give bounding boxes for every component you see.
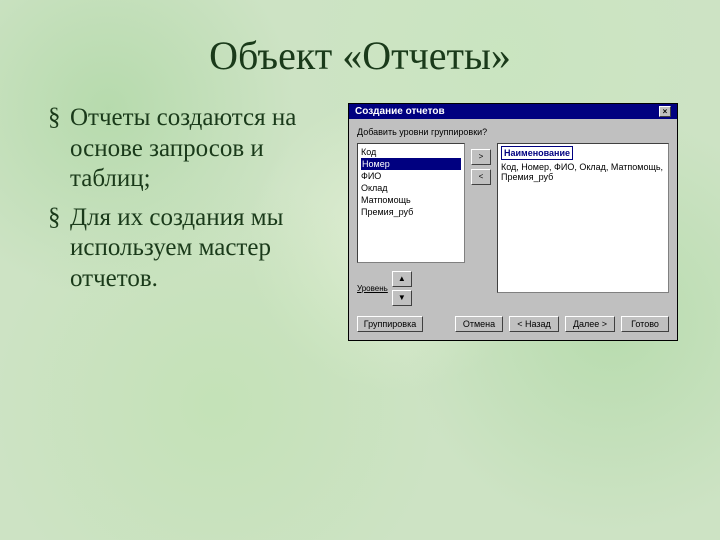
bullet-mark: § <box>48 203 70 295</box>
bullet-text: Для их создания мы используем мастер отч… <box>70 203 328 295</box>
dialog-titlebar[interactable]: Создание отчетов × <box>349 104 677 119</box>
dialog-midrow: Код Номер ФИО Оклад Матпомощь Премия_руб… <box>357 143 669 306</box>
priority-up-button[interactable]: ▲ <box>392 271 412 287</box>
fields-listbox[interactable]: Код Номер ФИО Оклад Матпомощь Премия_руб <box>357 143 465 263</box>
back-button[interactable]: < Назад <box>509 316 559 332</box>
tier-buttons: ▲ ▼ <box>392 271 412 306</box>
tier-label: Уровень <box>357 284 388 293</box>
add-button[interactable]: > <box>471 149 491 165</box>
tier-controls: Уровень ▲ ▼ <box>357 271 465 306</box>
grouping-fields: Код, Номер, ФИО, Оклад, Матпомощь, Преми… <box>501 162 665 182</box>
dialog-prompt: Добавить уровни группировки? <box>357 127 669 137</box>
bullet-item: § Для их создания мы используем мастер о… <box>48 203 328 295</box>
bullet-text: Отчеты создаются на основе запросов и та… <box>70 103 328 195</box>
dialog-footer: Группировка Отмена < Назад Далее > Готов… <box>357 306 669 332</box>
close-icon[interactable]: × <box>659 106 671 117</box>
list-item[interactable]: Матпомощь <box>361 194 461 206</box>
remove-button[interactable]: < <box>471 169 491 185</box>
slide-content: § Отчеты создаются на основе запросов и … <box>0 79 720 341</box>
next-button[interactable]: Далее > <box>565 316 615 332</box>
wizard-dialog: Создание отчетов × Добавить уровни групп… <box>348 103 678 341</box>
spacer <box>429 316 449 332</box>
grouping-preview: Наименование Код, Номер, ФИО, Оклад, Мат… <box>497 143 669 293</box>
list-item[interactable]: Оклад <box>361 182 461 194</box>
bullet-list: § Отчеты создаются на основе запросов и … <box>48 103 328 341</box>
list-item[interactable]: Премия_руб <box>361 206 461 218</box>
left-column: Код Номер ФИО Оклад Матпомощь Премия_руб… <box>357 143 465 306</box>
list-item[interactable]: ФИО <box>361 170 461 182</box>
dialog-body: Добавить уровни группировки? Код Номер Ф… <box>349 119 677 340</box>
list-item[interactable]: Код <box>361 146 461 158</box>
finish-button[interactable]: Готово <box>621 316 669 332</box>
grouping-header: Наименование <box>501 146 573 160</box>
list-item[interactable]: Номер <box>361 158 461 170</box>
slide-title: Объект «Отчеты» <box>0 0 720 79</box>
cancel-button[interactable]: Отмена <box>455 316 503 332</box>
move-buttons: > < <box>471 143 491 306</box>
priority-down-button[interactable]: ▼ <box>392 290 412 306</box>
bullet-mark: § <box>48 103 70 195</box>
dialog-title: Создание отчетов <box>355 106 445 117</box>
bullet-item: § Отчеты создаются на основе запросов и … <box>48 103 328 195</box>
grouping-button[interactable]: Группировка <box>357 316 423 332</box>
